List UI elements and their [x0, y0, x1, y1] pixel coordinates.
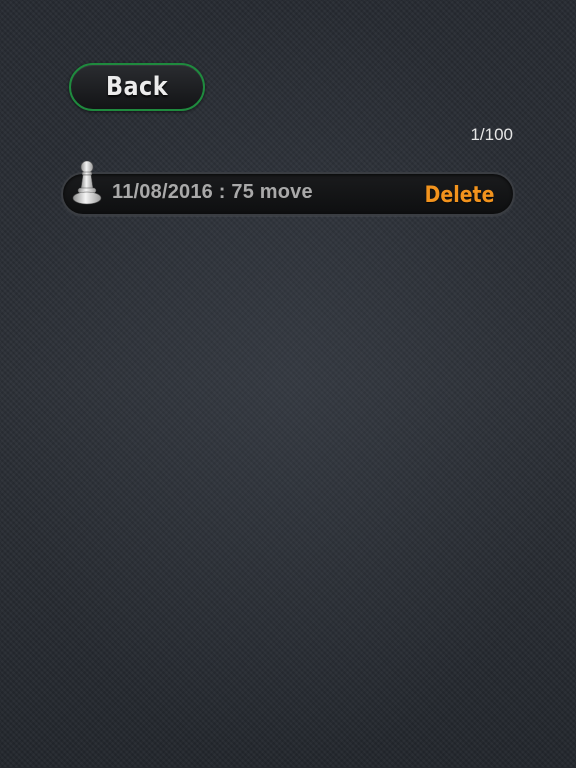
delete-button[interactable]: Delete — [420, 180, 500, 210]
pawn-icon — [72, 160, 102, 205]
delete-button-label: Delete — [425, 182, 495, 208]
saved-games-screen: Back 1/100 11/08/2016 : 75 move Delete — [0, 0, 576, 768]
saved-game-label: 11/08/2016 : 75 move — [112, 181, 313, 203]
back-button[interactable]: Back — [69, 63, 205, 111]
page-counter: 1/100 — [470, 125, 513, 144]
back-button-label: Back — [105, 72, 168, 102]
